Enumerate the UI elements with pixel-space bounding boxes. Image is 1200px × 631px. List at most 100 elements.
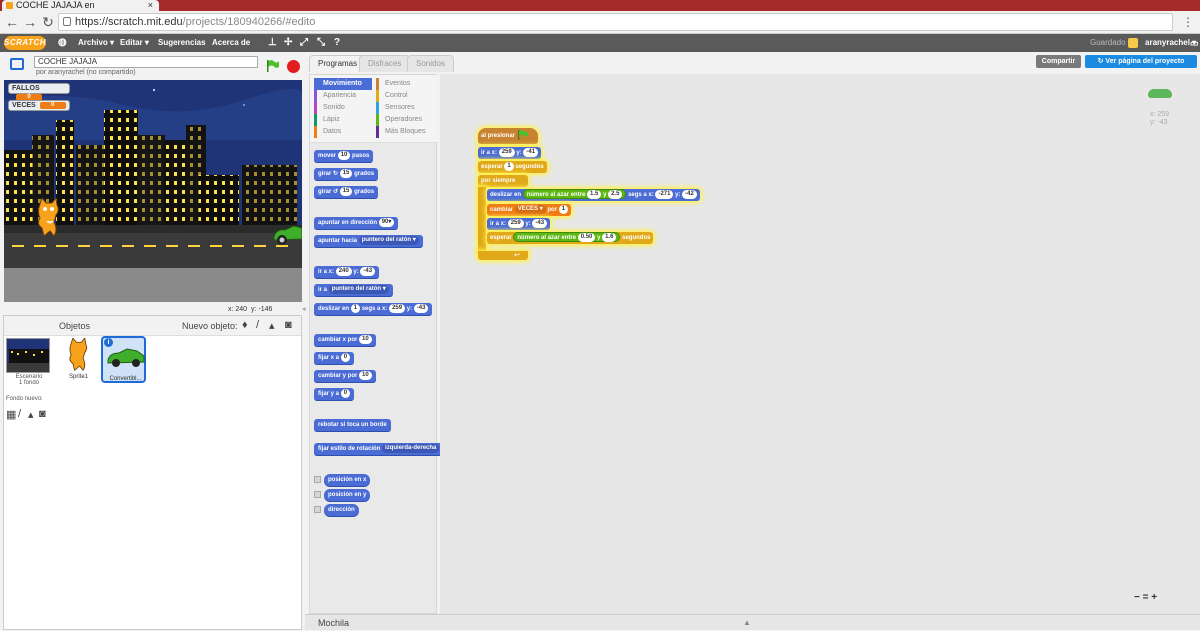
url-path: /projects/180940266/#edito bbox=[182, 16, 316, 28]
block-change-y[interactable]: cambiar y por 10 bbox=[314, 370, 376, 382]
block-turn-right[interactable]: girar ↻ 15 grados bbox=[314, 168, 379, 180]
upload-backdrop-icon[interactable]: ▴ bbox=[28, 408, 34, 421]
tab-costumes[interactable]: Disfraces bbox=[359, 55, 411, 72]
categories-right: Eventos Control Sensores Operadores Más … bbox=[376, 78, 434, 138]
category-control[interactable]: Control bbox=[376, 90, 434, 102]
upload-sprite-icon[interactable]: ▴ bbox=[269, 319, 275, 332]
tab-sounds[interactable]: Sonidos bbox=[407, 55, 454, 72]
paint-backdrop-icon[interactable]: / bbox=[18, 408, 21, 420]
direction-checkbox[interactable] bbox=[314, 506, 321, 513]
user-avatar[interactable] bbox=[1128, 38, 1138, 48]
browser-menu-icon[interactable]: ⋮ bbox=[1182, 15, 1194, 29]
category-operators[interactable]: Operadores bbox=[376, 114, 434, 126]
zoom-in-icon[interactable]: + bbox=[1151, 592, 1157, 603]
category-looks[interactable]: Apariencia bbox=[314, 90, 372, 102]
block-go-to-xy[interactable]: ir a x: 259 y: -41 bbox=[478, 147, 542, 159]
reporter-direction[interactable]: dirección bbox=[324, 504, 359, 516]
monitor-fallos[interactable]: FALLOS0 bbox=[8, 83, 70, 101]
reporter-y-position[interactable]: posición en y bbox=[324, 489, 371, 501]
stage-thumbnail[interactable] bbox=[6, 338, 50, 373]
reload-icon[interactable]: ↻ bbox=[40, 14, 56, 30]
zoom-reset-icon[interactable]: = bbox=[1143, 592, 1149, 603]
grow-icon[interactable]: ⤢ bbox=[300, 34, 308, 52]
backdrop-camera-icon[interactable]: ◙ bbox=[39, 408, 46, 420]
category-events[interactable]: Eventos bbox=[376, 78, 434, 90]
block-rotation-style[interactable]: fijar estilo de rotación izquierda-derec… bbox=[314, 443, 444, 455]
back-icon[interactable]: ← bbox=[4, 14, 20, 30]
block-change-x[interactable]: cambiar x por 10 bbox=[314, 334, 376, 346]
forward-icon[interactable]: → bbox=[22, 14, 38, 30]
info-icon[interactable]: i bbox=[104, 338, 113, 347]
menu-about[interactable]: Acerca de bbox=[212, 34, 250, 52]
collapse-arrow-icon[interactable]: ◂ bbox=[302, 305, 308, 315]
share-button[interactable]: Compartir bbox=[1036, 55, 1081, 68]
sprite-tile-sprite1[interactable]: Sprite1 bbox=[56, 336, 101, 383]
menu-tips[interactable]: Sugerencias bbox=[158, 34, 206, 52]
block-bounce[interactable]: rebotar si toca un borde bbox=[314, 419, 391, 431]
new-sprite-label: Nuevo objeto: bbox=[182, 321, 238, 331]
block-move-steps[interactable]: mover 10 pasos bbox=[314, 150, 374, 162]
menu-file[interactable]: Archivo ▾ bbox=[78, 34, 114, 52]
x-position-checkbox[interactable] bbox=[314, 476, 321, 483]
backpack-expand-icon[interactable]: ▲ bbox=[743, 615, 751, 631]
backdrop-library-icon[interactable]: ▦ bbox=[6, 408, 16, 421]
scratch-favicon-icon bbox=[6, 2, 13, 9]
browser-tab[interactable]: COCHE JAJAJA en × bbox=[2, 0, 159, 11]
zoom-out-icon[interactable]: − bbox=[1134, 592, 1140, 603]
block-wait[interactable]: esperar 1 segundos bbox=[478, 161, 547, 173]
y-position-checkbox[interactable] bbox=[314, 491, 321, 498]
block-point-towards[interactable]: apuntar hacia puntero del ratón ▾ bbox=[314, 235, 423, 247]
block-go-to-xy-2[interactable]: ir a x: 259 y: -43 bbox=[487, 218, 551, 230]
cat-thumbnail-icon bbox=[69, 338, 88, 372]
project-title-input[interactable]: COCHE JAJAJA bbox=[34, 56, 258, 68]
category-sensing[interactable]: Sensores bbox=[376, 102, 434, 114]
block-change-variable[interactable]: cambiar VECES ▾ por 1 bbox=[487, 204, 572, 216]
block-wait-random[interactable]: esperar número al azar entre 0.50 y 1.6 … bbox=[487, 232, 654, 244]
block-go-to-xy[interactable]: ir a x: 240 y: -43 bbox=[314, 266, 380, 278]
sprite-pane: Objetos Nuevo objeto: ♦ / ▴ ◙ Escenario … bbox=[3, 315, 302, 630]
block-turn-left[interactable]: girar ↺ 15 grados bbox=[314, 186, 379, 198]
help-icon[interactable]: ? bbox=[334, 34, 340, 52]
block-set-x[interactable]: fijar x a 0 bbox=[314, 352, 355, 364]
globe-icon[interactable]: ◍ bbox=[58, 34, 67, 52]
backpack-bar[interactable]: Mochila ▲ bbox=[305, 614, 1200, 630]
block-glide-random[interactable]: deslizar en número al azar entre 1.5 y 2… bbox=[487, 189, 700, 201]
camera-icon[interactable]: ◙ bbox=[285, 319, 292, 331]
convertible-car-sprite[interactable] bbox=[272, 224, 302, 246]
block-point-in-direction[interactable]: apuntar en dirección 90▾ bbox=[314, 217, 399, 229]
category-data[interactable]: Datos bbox=[314, 126, 372, 138]
stop-icon[interactable] bbox=[287, 60, 300, 73]
folder-icon[interactable]: ▭ bbox=[1190, 34, 1199, 52]
block-set-y[interactable]: fijar y a 0 bbox=[314, 388, 355, 400]
monitor-veces[interactable]: VECES 0 bbox=[8, 100, 70, 111]
user-menu[interactable]: aranyrachel ▾ bbox=[1145, 34, 1196, 52]
block-glide[interactable]: deslizar en 1 segs a x: 259 y: -43 bbox=[314, 303, 433, 315]
see-project-page-button[interactable]: ↻ Ver página del proyecto bbox=[1085, 55, 1197, 68]
scripts-area[interactable]: al presionar ir a x: 259 y: -41 esperar … bbox=[440, 74, 1200, 614]
category-pen[interactable]: Lápiz bbox=[314, 114, 372, 126]
close-tab-icon[interactable]: × bbox=[148, 0, 153, 11]
menu-edit[interactable]: Editar ▾ bbox=[120, 34, 149, 52]
stage[interactable]: FALLOS0 VECES 0 bbox=[4, 80, 302, 302]
block-when-flag-clicked[interactable]: al presionar bbox=[478, 128, 538, 144]
choose-sprite-library-icon[interactable]: ♦ bbox=[242, 319, 248, 331]
url-input[interactable]: https://scratch.mit.edu/projects/1809402… bbox=[58, 13, 1173, 31]
scratch-logo[interactable]: SCRATCH bbox=[4, 36, 46, 50]
block-go-to[interactable]: ir a puntero del ratón ▾ bbox=[314, 284, 393, 296]
monitor-label: VECES bbox=[12, 102, 36, 109]
cut-icon[interactable]: ✢ bbox=[284, 34, 292, 52]
sprite-tile-convertible[interactable]: i Convertibl... bbox=[101, 336, 146, 383]
category-motion[interactable]: Movimiento bbox=[314, 78, 372, 90]
reporter-x-position[interactable]: posición en x bbox=[324, 474, 371, 486]
green-flag-icon[interactable] bbox=[266, 60, 280, 72]
sprite-name: Convertibl... bbox=[109, 376, 142, 382]
block-forever[interactable]: por siempre bbox=[478, 175, 528, 187]
shrink-icon[interactable]: ⤡ bbox=[317, 34, 325, 52]
cat-sprite[interactable] bbox=[32, 198, 64, 238]
category-more-blocks[interactable]: Más Bloques bbox=[376, 126, 434, 138]
tab-scripts[interactable]: Programas bbox=[309, 55, 367, 72]
paint-new-sprite-icon[interactable]: / bbox=[256, 319, 259, 331]
fullscreen-icon[interactable] bbox=[10, 58, 24, 70]
duplicate-icon[interactable]: ⊥ bbox=[268, 34, 277, 52]
category-sound[interactable]: Sonido bbox=[314, 102, 372, 114]
